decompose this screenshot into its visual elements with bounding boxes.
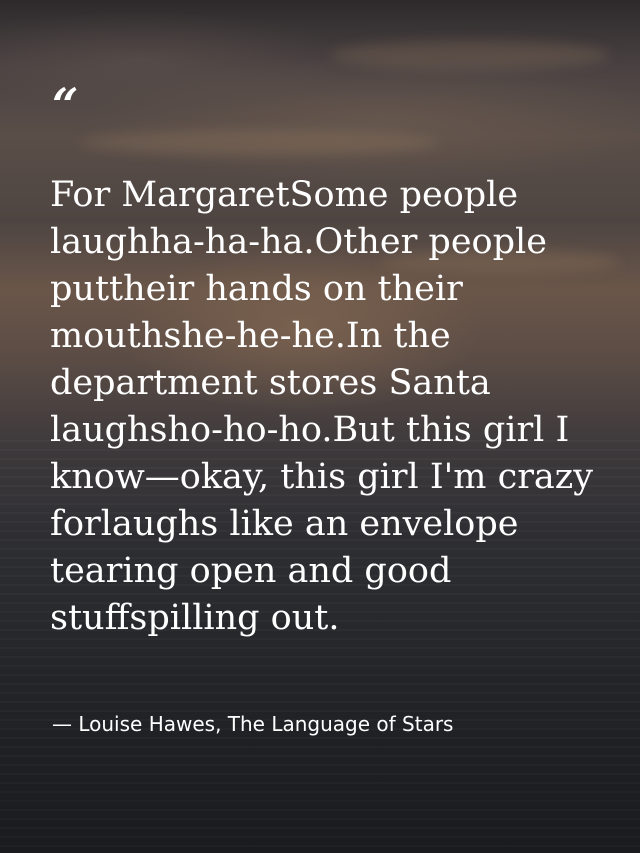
quote-attribution: — Louise Hawes, The Language of Stars [52, 712, 454, 736]
quote-text: For MargaretSome people laughha-ha-ha.Ot… [50, 175, 594, 638]
quote-mark-icon: “ [52, 78, 79, 132]
cloud-streak [330, 40, 610, 70]
cloud-streak [80, 130, 440, 156]
